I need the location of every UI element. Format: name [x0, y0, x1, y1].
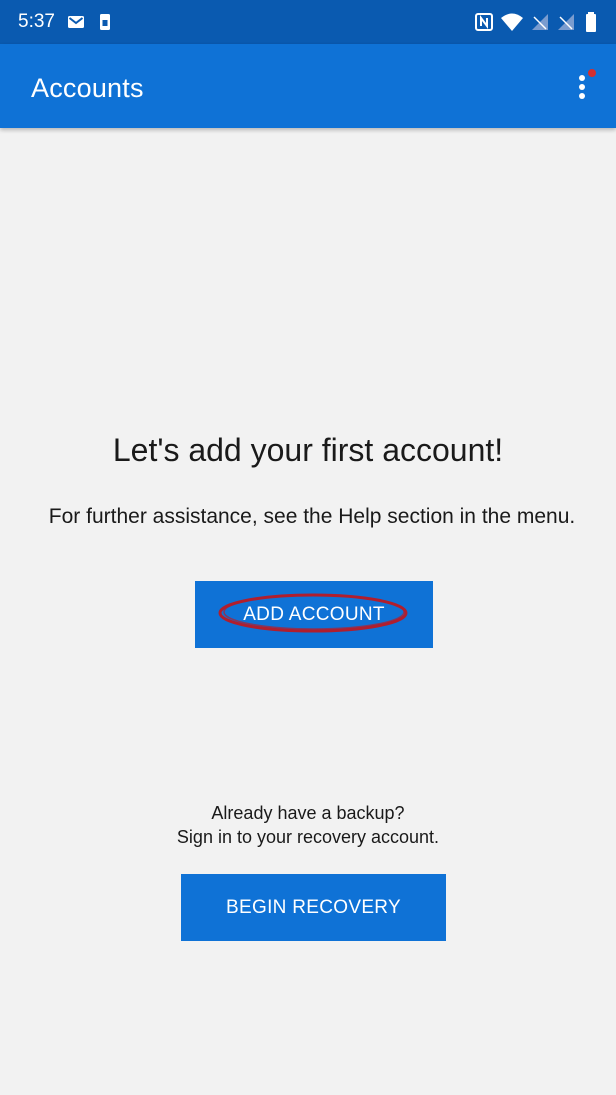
- help-text: For further assistance, see the Help sec…: [48, 505, 576, 528]
- more-vert-icon: [579, 69, 596, 99]
- backup-prompt-line1: Already have a backup?: [211, 803, 405, 823]
- add-account-label: ADD ACCOUNT: [243, 604, 385, 625]
- app-bar: Accounts: [0, 44, 616, 128]
- backup-prompt-line2: Sign in to your recovery account.: [176, 827, 440, 847]
- add-account-button[interactable]: ADD ACCOUNT: [195, 581, 433, 648]
- status-bar: 5:37: [0, 0, 616, 44]
- status-time: 5:37: [18, 11, 55, 32]
- app-title: Accounts: [31, 73, 144, 103]
- battery-icon: [584, 12, 598, 32]
- signal-off-icon: [556, 12, 576, 32]
- signal-off-icon: [530, 12, 550, 32]
- nfc-icon: [474, 12, 494, 32]
- sim-icon: [95, 12, 115, 32]
- backup-prompt: Already have a backup? Sign in to your r…: [0, 801, 616, 849]
- empty-state-headline: Let's add your first account!: [112, 432, 504, 468]
- gmail-icon: [66, 12, 86, 32]
- wifi-icon: [500, 12, 524, 32]
- overflow-menu-button[interactable]: [568, 66, 604, 106]
- begin-recovery-button[interactable]: BEGIN RECOVERY: [181, 874, 446, 941]
- notification-dot: [588, 69, 596, 77]
